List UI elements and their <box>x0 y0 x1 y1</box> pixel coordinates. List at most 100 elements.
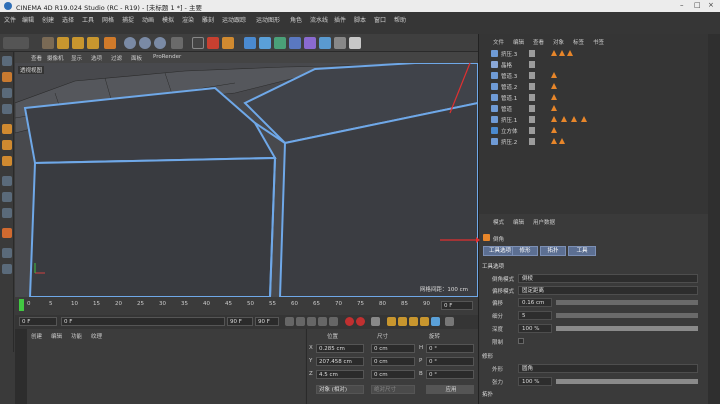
attr-menu-userdata[interactable]: 用户数据 <box>533 218 555 226</box>
array-icon[interactable] <box>289 37 301 49</box>
vp-menu-camera[interactable]: 摄像机 <box>47 54 64 62</box>
mat-menu-function[interactable]: 功能 <box>71 332 82 340</box>
tab-topology[interactable]: 拓扑 <box>540 246 566 256</box>
object-row[interactable]: 挤压.3 <box>491 49 691 59</box>
attr-menu-mode[interactable]: 模式 <box>493 218 504 226</box>
coords-mode-dropdown[interactable]: 对象 (相对) <box>316 385 364 394</box>
phong-tag-icon[interactable] <box>559 138 565 144</box>
visibility-toggle[interactable] <box>529 61 535 68</box>
menu-sculpt[interactable]: 雕刻 <box>202 15 214 24</box>
phong-tag-icon[interactable] <box>551 116 557 122</box>
timeline-playhead[interactable] <box>19 299 24 311</box>
play-icon[interactable] <box>307 317 316 326</box>
menu-create[interactable]: 创建 <box>42 15 54 24</box>
phong-tag-icon[interactable] <box>567 50 573 56</box>
magnet-icon[interactable] <box>2 228 12 238</box>
axis-mode-icon[interactable] <box>2 176 12 186</box>
key-scale-icon[interactable] <box>398 317 407 326</box>
vp-menu-display[interactable]: 显示 <box>71 54 82 62</box>
menu-animate[interactable]: 动画 <box>142 15 154 24</box>
environment-icon[interactable] <box>319 37 331 49</box>
visibility-toggle[interactable] <box>529 116 535 123</box>
pen-spline-icon[interactable] <box>259 37 271 49</box>
menu-render[interactable]: 渲染 <box>182 15 194 24</box>
object-row[interactable]: 挤压.2 <box>491 137 691 147</box>
bevel-mode-dropdown[interactable]: 倒棱 <box>518 274 698 283</box>
vp-menu-prorender[interactable]: ProRender <box>153 54 181 60</box>
tab-shaping[interactable]: 修形 <box>512 246 538 256</box>
rotation-h-field[interactable]: 0 ° <box>426 344 474 353</box>
mat-menu-edit[interactable]: 编辑 <box>51 332 62 340</box>
preview-max-field[interactable]: 90 F <box>255 317 279 326</box>
snap-icon[interactable] <box>2 208 12 218</box>
phong-tag-icon[interactable] <box>551 83 557 89</box>
menu-character[interactable]: 角色 <box>290 15 302 24</box>
vp-menu-options[interactable]: 选项 <box>91 54 102 62</box>
tweak-icon[interactable] <box>2 192 12 202</box>
goto-end-icon[interactable] <box>329 317 338 326</box>
key-param-icon[interactable] <box>420 317 429 326</box>
phong-tag-icon[interactable] <box>551 105 557 111</box>
vp-menu-filter[interactable]: 过滤 <box>111 54 122 62</box>
obj-menu-view[interactable]: 查看 <box>533 38 544 46</box>
autokey-icon[interactable] <box>356 317 365 326</box>
object-row[interactable]: 管道.1 <box>491 93 691 103</box>
vp-menu-view[interactable]: 查看 <box>31 54 42 62</box>
max-frame-field[interactable]: 90 F <box>227 317 253 326</box>
tab-tool[interactable]: 工具 <box>568 246 596 256</box>
keyframe-selection-icon[interactable] <box>371 317 380 326</box>
close-icon[interactable]: × <box>708 1 714 9</box>
record-icon[interactable] <box>345 317 354 326</box>
menu-script[interactable]: 脚本 <box>354 15 366 24</box>
key-position-icon[interactable] <box>387 317 396 326</box>
render-settings-icon[interactable] <box>222 37 234 49</box>
offset-input[interactable]: 0.16 cm <box>518 298 552 307</box>
select-tool-icon[interactable] <box>42 37 54 49</box>
right-side-tabs[interactable] <box>708 34 720 404</box>
perspective-viewport[interactable]: 透视视图 网格间距：100 cm <box>15 63 478 297</box>
cube-icon[interactable] <box>244 37 256 49</box>
object-row[interactable]: 晶格 <box>491 60 691 70</box>
grid-icon[interactable] <box>2 264 12 274</box>
lock-workplane-icon[interactable] <box>2 248 12 258</box>
phong-tag-icon[interactable] <box>559 50 565 56</box>
visibility-toggle[interactable] <box>529 138 535 145</box>
size-x-field[interactable]: 0 cm <box>371 344 415 353</box>
prev-frame-icon[interactable] <box>296 317 305 326</box>
phong-tag-icon[interactable] <box>551 50 557 56</box>
maximize-icon[interactable]: □ <box>694 1 701 9</box>
shape-dropdown[interactable]: 圆角 <box>518 364 698 373</box>
size-y-field[interactable]: 0 cm <box>371 357 415 366</box>
render-picture-viewer-icon[interactable] <box>207 37 219 49</box>
timeline-end-field[interactable]: 0 F <box>441 301 473 310</box>
obj-menu-tag[interactable]: 标签 <box>573 38 584 46</box>
obj-menu-object[interactable]: 对象 <box>553 38 564 46</box>
mat-menu-texture[interactable]: 纹理 <box>91 332 102 340</box>
start-frame-field[interactable]: 0 F <box>19 317 57 326</box>
object-row[interactable]: 管道.2 <box>491 82 691 92</box>
menu-select[interactable]: 选择 <box>62 15 74 24</box>
menu-mograph[interactable]: 运动图形 <box>256 15 280 24</box>
light-icon[interactable] <box>349 37 361 49</box>
rotation-p-field[interactable]: 0 ° <box>426 357 474 366</box>
phong-tag-icon[interactable] <box>551 72 557 78</box>
x-axis-icon[interactable] <box>124 37 136 49</box>
visibility-toggle[interactable] <box>529 94 535 101</box>
minimize-icon[interactable]: – <box>680 1 684 9</box>
workplane-icon[interactable] <box>2 104 12 114</box>
points-mode-icon[interactable] <box>2 124 12 134</box>
phong-tag-icon[interactable] <box>581 116 587 122</box>
size-z-field[interactable]: 0 cm <box>371 370 415 379</box>
texture-mode-icon[interactable] <box>2 88 12 98</box>
model-mode-icon[interactable] <box>2 72 12 82</box>
phong-tag-icon[interactable] <box>551 127 557 133</box>
coordinate-system-icon[interactable] <box>171 37 183 49</box>
z-axis-icon[interactable] <box>154 37 166 49</box>
position-x-field[interactable]: 0.285 cm <box>316 344 364 353</box>
move-tool-icon[interactable] <box>57 37 69 49</box>
obj-menu-edit[interactable]: 编辑 <box>513 38 524 46</box>
coords-apply-button[interactable]: 应用 <box>426 385 474 394</box>
visibility-toggle[interactable] <box>529 127 535 134</box>
menu-file[interactable]: 文件 <box>4 15 16 24</box>
phong-tag-icon[interactable] <box>571 116 577 122</box>
